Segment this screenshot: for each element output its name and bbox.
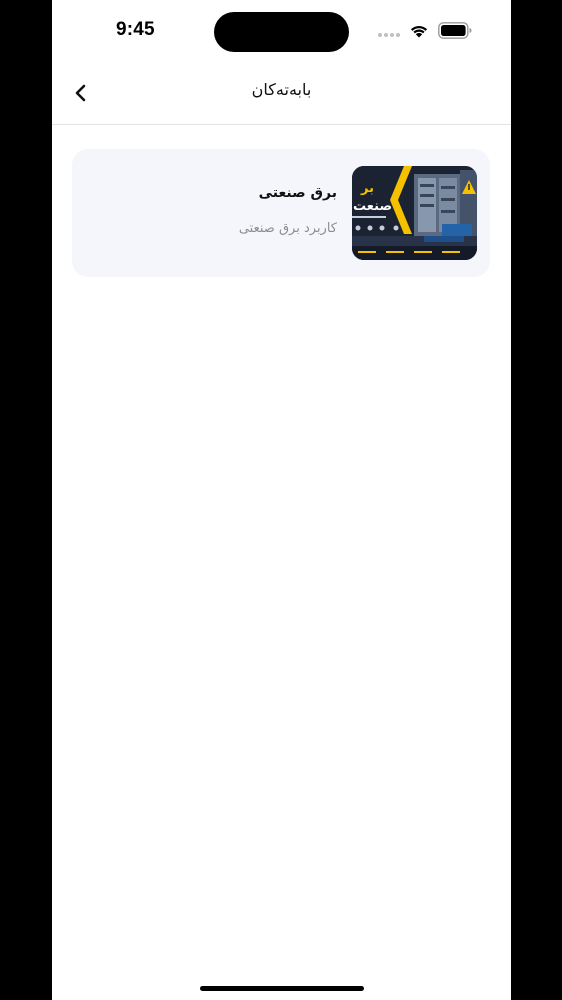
home-indicator[interactable]: [200, 986, 364, 991]
topic-card[interactable]: بر صنعت برق صنعتی کاربرد برق صنعتی: [72, 149, 490, 277]
app-screen: 9:45 بابەتەکان بر صنعت برق صنعتی کاربرد …: [52, 0, 511, 1000]
card-title: برق صنعتی: [258, 185, 337, 201]
wifi-icon: [410, 25, 428, 38]
status-bar: 9:45: [52, 0, 511, 62]
navigation-bar: بابەتەکان: [52, 62, 511, 125]
card-thumbnail: بر صنعت: [352, 166, 477, 260]
battery-icon: [438, 22, 472, 39]
card-subtitle: کاربرد برق صنعتی: [238, 221, 337, 236]
status-time: 9:45: [116, 19, 155, 40]
page-title: بابەتەکان: [251, 80, 312, 99]
svg-text:صنعت: صنعت: [353, 199, 392, 214]
chevron-left-icon: [75, 84, 86, 102]
dynamic-island: [214, 12, 349, 52]
thumbnail-image: بر صنعت: [352, 166, 477, 260]
svg-text:بر: بر: [360, 181, 374, 196]
cellular-signal-icon: [378, 33, 402, 38]
back-button[interactable]: [66, 76, 96, 110]
